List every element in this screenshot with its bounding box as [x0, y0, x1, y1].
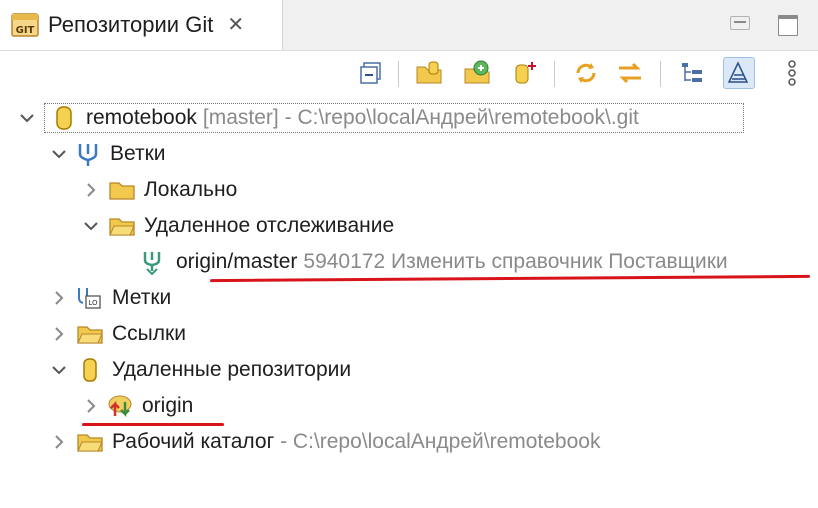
chevron-right-icon[interactable] — [82, 397, 100, 415]
chevron-down-icon[interactable] — [50, 361, 68, 379]
tree-node-repository[interactable]: remotebook [master] - C:\repo\localАндре… — [18, 100, 639, 136]
hierarchical-layout-icon[interactable] — [676, 57, 708, 89]
tree-node-local[interactable]: Локально — [82, 172, 237, 208]
close-icon[interactable]: ✕ — [227, 15, 244, 35]
tree-node-branches[interactable]: Ветки — [50, 136, 166, 172]
repository-tree: remotebook [master] - C:\repo\localАндре… — [0, 100, 818, 508]
origin-master-name: origin/master — [176, 250, 298, 273]
link-editor-icon[interactable] — [723, 57, 755, 89]
tab-title: Репозитории Git — [48, 12, 214, 37]
link-with-selection-icon[interactable] — [570, 57, 602, 89]
collapse-all-icon[interactable] — [356, 57, 388, 89]
remotes-label: Удаленные репозитории — [112, 358, 352, 381]
clone-repo-icon[interactable] — [462, 57, 494, 89]
workdir-path: C:\repo\localАндрей\remotebook — [292, 430, 601, 453]
add-existing-repo-icon[interactable] — [414, 57, 446, 89]
repo-name: remotebook — [86, 106, 197, 129]
chevron-down-icon[interactable] — [82, 217, 100, 235]
tree-node-references[interactable]: Ссылки — [50, 316, 186, 352]
chevron-down-icon[interactable] — [50, 145, 68, 163]
remote-origin-icon — [108, 395, 132, 418]
maximize-icon[interactable] — [778, 15, 798, 36]
branches-label: Ветки — [110, 142, 166, 165]
folder-open-icon — [77, 434, 103, 452]
origin-label: origin — [142, 394, 194, 417]
tree-node-remotes[interactable]: Удаленные репозитории — [50, 352, 351, 388]
fetch-push-icon[interactable] — [614, 57, 646, 89]
chevron-right-icon[interactable] — [50, 289, 68, 307]
folder-open-icon — [109, 218, 135, 236]
tags-icon: LO — [78, 288, 101, 309]
workdir-label: Рабочий каталог — [112, 430, 275, 453]
folder-open-icon — [77, 326, 103, 344]
toolbar-separator — [398, 61, 399, 87]
repo-branch: [master] — [202, 106, 279, 129]
folder-icon — [109, 182, 135, 200]
view-tab-bar: GIT Репозитории Git ✕ — [0, 0, 818, 51]
tree-node-origin[interactable]: origin — [82, 388, 193, 424]
view-toolbar — [0, 51, 818, 97]
git-icon-text: GIT — [16, 25, 35, 36]
tree-node-remote-tracking[interactable]: Удаленное отслеживание — [82, 208, 394, 244]
tags-label: Метки — [112, 286, 172, 309]
chevron-right-icon[interactable] — [50, 325, 68, 343]
tree-node-tags[interactable]: LO Метки — [50, 280, 171, 316]
tab-git-repositories[interactable]: GIT Репозитории Git ✕ — [0, 0, 283, 50]
repository-icon — [56, 106, 72, 130]
tree-node-origin-master[interactable]: origin/master 5940172 Изменить справочни… — [138, 244, 728, 280]
create-repo-icon[interactable] — [510, 57, 542, 89]
toolbar-separator — [554, 61, 555, 87]
svg-text:LO: LO — [88, 299, 98, 307]
remotes-icon — [83, 358, 97, 382]
toolbar-separator — [660, 61, 661, 87]
remote-branch-icon — [143, 252, 161, 276]
chevron-right-icon[interactable] — [82, 181, 100, 199]
repo-separator: - — [278, 106, 298, 129]
remote-tracking-label: Удаленное отслеживание — [144, 214, 395, 237]
references-label: Ссылки — [112, 322, 186, 345]
chevron-down-icon[interactable] — [18, 109, 36, 127]
chevron-right-icon[interactable] — [50, 433, 68, 451]
origin-master-commit: 5940172 Изменить справочник Поставщики — [303, 250, 728, 273]
git-repo-icon: GIT — [11, 13, 39, 37]
repo-path: C:\repo\localАндрей\remotebook\.git — [297, 106, 639, 129]
workdir-separator: - — [274, 430, 293, 453]
tree-node-working-directory[interactable]: Рабочий каталог - C:\repo\localАндрей\re… — [50, 424, 600, 460]
minimize-icon[interactable] — [730, 16, 750, 30]
local-label: Локально — [144, 178, 238, 201]
branches-icon — [78, 144, 98, 166]
view-menu-icon[interactable] — [776, 57, 808, 89]
